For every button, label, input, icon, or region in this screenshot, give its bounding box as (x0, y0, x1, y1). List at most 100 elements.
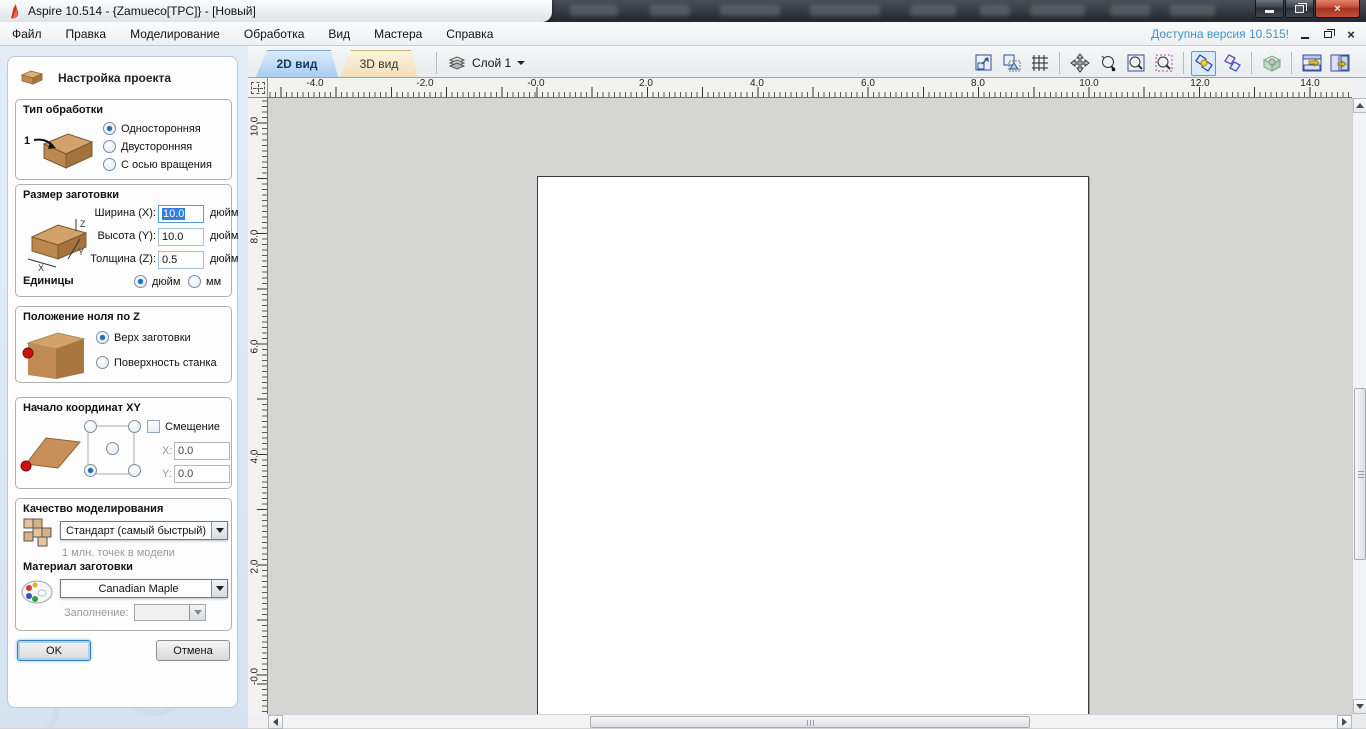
radio-icon[interactable] (96, 356, 109, 369)
mdi-close-button[interactable]: × (1344, 27, 1358, 41)
offset-x-value: 0.0 (178, 445, 193, 457)
menu-file[interactable]: Файл (0, 24, 54, 44)
project-setup-icon (18, 69, 44, 87)
background-artifact (980, 5, 1010, 16)
ok-button[interactable]: OK (17, 640, 91, 661)
offset-y-input[interactable]: 0.0 (174, 465, 230, 483)
origin-bottom-right-radio[interactable] (128, 464, 141, 477)
radio-icon[interactable] (96, 331, 109, 344)
units-option-mm[interactable]: мм (188, 275, 221, 288)
layers-icon (448, 56, 466, 70)
radio-icon[interactable] (103, 140, 116, 153)
horizontal-scroll-thumb[interactable] (590, 716, 1030, 728)
quality-value: Стандарт (самый быстрый) (61, 525, 211, 537)
horizontal-scrollbar[interactable] (268, 714, 1352, 728)
zoom-interactive-icon (1098, 53, 1118, 73)
snap-grid-button[interactable] (1027, 51, 1052, 76)
origin-top-right-radio[interactable] (128, 420, 141, 433)
dropdown-arrow-icon[interactable] (211, 522, 227, 539)
restore-button[interactable] (1285, 0, 1314, 18)
radio-icon[interactable] (134, 275, 147, 288)
menu-toolpaths[interactable]: Обработка (232, 24, 317, 44)
ruler-label: 12.0 (1190, 78, 1209, 89)
job-type-option-double[interactable]: Двусторонняя (103, 140, 192, 153)
fit-material-button[interactable] (999, 51, 1024, 76)
separator (1183, 52, 1184, 74)
fill-dropdown[interactable] (134, 604, 206, 621)
mdi-restore-icon (1324, 31, 1332, 38)
preview-3d-button[interactable] (1259, 51, 1284, 76)
job-material-area[interactable] (537, 176, 1089, 714)
thickness-unit: дюйм (210, 253, 238, 265)
origin-top-left-radio[interactable] (84, 420, 97, 433)
ruler-label: 8.0 (250, 223, 261, 251)
offset-checkbox-row[interactable]: Смещение (147, 420, 220, 433)
job-size-title: Размер заготовки (23, 189, 119, 201)
scroll-up-button[interactable] (1353, 98, 1366, 113)
close-button[interactable]: × (1315, 0, 1360, 18)
origin-bottom-left-radio[interactable] (84, 464, 97, 477)
tab-3d-view[interactable]: 3D вид (340, 50, 418, 77)
height-input[interactable]: 10.0 (158, 228, 204, 246)
layer-dropdown-arrow-icon[interactable] (517, 61, 525, 65)
origin-center-radio[interactable] (106, 442, 119, 455)
offset-x-input[interactable]: 0.0 (174, 442, 230, 460)
menu-view[interactable]: Вид (316, 24, 362, 44)
dropdown-arrow-icon[interactable] (211, 580, 227, 597)
job-type-option-single[interactable]: Односторонняя (103, 122, 201, 135)
zoom-interactive-button[interactable] (1095, 51, 1120, 76)
offset-checkbox[interactable] (147, 420, 160, 433)
titlebar: Aspire 10.514 - {Zamueco[TPC]} - [Новый]… (0, 0, 1366, 22)
layer-name: Слой 1 (472, 56, 511, 70)
background-artifact (650, 5, 690, 16)
menu-edit[interactable]: Правка (54, 24, 119, 44)
material-value: Canadian Maple (61, 583, 211, 595)
ruler-label: 2.0 (250, 553, 261, 581)
material-dropdown[interactable]: Canadian Maple (60, 579, 228, 598)
radio-icon[interactable] (188, 275, 201, 288)
drawing-canvas[interactable] (268, 98, 1352, 714)
menu-gadgets[interactable]: Мастера (362, 24, 434, 44)
height-unit: дюйм (210, 230, 238, 242)
cancel-label: Отмена (173, 645, 212, 657)
radio-icon[interactable] (103, 122, 116, 135)
ruler-label: 6.0 (250, 333, 261, 361)
tab-label: 2D вид (276, 57, 317, 71)
scroll-left-button[interactable] (268, 715, 283, 729)
layer-selector[interactable]: Слой 1 (448, 52, 525, 74)
tile-vertical-button[interactable] (1327, 51, 1352, 76)
width-unit: дюйм (210, 207, 238, 219)
mdi-restore-button[interactable] (1321, 27, 1335, 41)
separator (1251, 52, 1252, 74)
vertical-scroll-thumb[interactable] (1354, 388, 1366, 560)
scroll-down-button[interactable] (1353, 699, 1366, 714)
separator (436, 52, 437, 74)
menu-help[interactable]: Справка (434, 24, 505, 44)
mdi-minimize-button[interactable] (1298, 27, 1312, 41)
vertical-scrollbar[interactable] (1352, 98, 1366, 714)
thickness-input[interactable]: 0.5 (158, 251, 204, 269)
units-option-inch[interactable]: дюйм (134, 275, 180, 288)
z-zero-title: Положение ноля по Z (23, 311, 140, 323)
zoom-selection-button[interactable] (1151, 51, 1176, 76)
job-type-option-rotary[interactable]: С осью вращения (103, 158, 212, 171)
toggle-vectors-button[interactable] (1191, 51, 1216, 76)
scale-object-button[interactable] (971, 51, 996, 76)
pan-button[interactable] (1067, 51, 1092, 76)
menu-modeling[interactable]: Моделирование (118, 24, 232, 44)
width-input[interactable]: 10.0 (158, 205, 204, 223)
version-update-link[interactable]: Доступна версия 10.515! (1151, 27, 1289, 41)
scroll-right-button[interactable] (1337, 715, 1352, 729)
offset-y-value: 0.0 (178, 468, 193, 480)
quality-dropdown[interactable]: Стандарт (самый быстрый) (60, 521, 228, 540)
tab-2d-view[interactable]: 2D вид (256, 50, 338, 77)
z-zero-option-bed[interactable]: Поверхность станка (96, 356, 217, 369)
z-zero-option-top[interactable]: Верх заготовки (96, 331, 191, 344)
move-vectors-button[interactable] (1219, 51, 1244, 76)
cancel-button[interactable]: Отмена (156, 640, 230, 661)
zoom-box-button[interactable] (1123, 51, 1148, 76)
thickness-value: 0.5 (162, 254, 177, 266)
tile-horizontal-button[interactable] (1299, 51, 1324, 76)
minimize-button[interactable] (1255, 0, 1284, 18)
radio-icon[interactable] (103, 158, 116, 171)
